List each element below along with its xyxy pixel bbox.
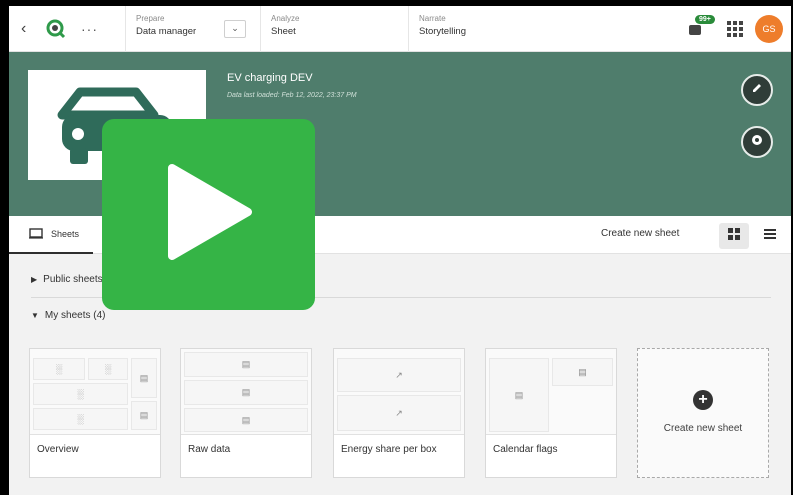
my-sheets-label: My sheets (4) xyxy=(44,310,106,321)
nav-prepare-label: Prepare xyxy=(136,13,165,23)
sheet-title: Energy share per box xyxy=(341,444,437,455)
sheet-card-overview[interactable]: ░ ░ ▤ ░ ░ ▤ Overview xyxy=(29,348,161,478)
tab-sheets[interactable]: Sheets xyxy=(9,216,94,254)
sheet-preview: ▤ ▤ ▤ xyxy=(181,349,311,435)
table-icon: ▤ xyxy=(131,401,157,430)
chat-bubble-icon xyxy=(689,24,701,35)
create-new-sheet-label: Create new sheet xyxy=(663,423,743,434)
sheet-title: Overview xyxy=(37,444,79,455)
play-video-button[interactable] xyxy=(102,119,315,310)
table-icon: ▤ xyxy=(131,358,157,398)
public-sheets-section[interactable]: ▶ Public sheets xyxy=(31,274,103,285)
public-sheets-label: Public sheets xyxy=(43,274,103,285)
avatar[interactable]: GS xyxy=(755,14,783,43)
nav-analyze-label: Analyze xyxy=(271,13,300,23)
nav-right-icons: 99+ GS xyxy=(689,14,783,43)
nav-analyze-value: Sheet xyxy=(271,25,296,37)
list-view-icon xyxy=(763,227,777,245)
create-new-sheet-link[interactable]: Create new sheet xyxy=(601,228,679,239)
table-icon: ▤ xyxy=(184,408,308,432)
app-details-button[interactable] xyxy=(741,126,773,158)
bar-chart-icon: ░ xyxy=(33,358,85,380)
prepare-dropdown-chevron-down-icon[interactable]: ⌄ xyxy=(224,19,246,38)
sheet-preview: ░ ░ ▤ ░ ░ ▤ xyxy=(30,349,160,435)
table-icon: ▤ xyxy=(552,358,613,386)
sheet-title: Raw data xyxy=(188,444,231,455)
app-title: EV charging DEV xyxy=(227,72,313,84)
bar-chart-icon: ░ xyxy=(33,408,128,430)
notifications-icon[interactable]: 99+ xyxy=(689,14,715,39)
bar-chart-icon: ░ xyxy=(33,383,128,405)
nav-prepare-value: Data manager xyxy=(136,25,197,37)
more-menu-icon[interactable]: ··· xyxy=(81,21,107,37)
sheet-icon xyxy=(29,227,43,241)
sheet-card-raw-data[interactable]: ▤ ▤ ▤ Raw data xyxy=(180,348,312,478)
create-new-sheet-card[interactable]: + Create new sheet xyxy=(637,348,769,478)
grid-view-icon xyxy=(727,227,741,246)
line-chart-icon: ↗ xyxy=(337,395,461,431)
plus-circle-icon: + xyxy=(693,390,713,410)
sheet-preview: ↗ ↗ xyxy=(334,349,464,435)
qlik-logo-icon[interactable] xyxy=(43,16,69,42)
table-icon: ▤ xyxy=(489,358,549,432)
sheet-title: Calendar flags xyxy=(493,444,558,455)
caret-down-icon: ▼ xyxy=(31,311,39,320)
bar-chart-icon: ░ xyxy=(88,358,128,380)
app-window: ‹ ··· Prepare Data manager ⌄ Analyze She… xyxy=(9,6,791,495)
table-icon: ▤ xyxy=(184,352,308,377)
app-last-loaded: Data last loaded: Feb 12, 2022, 23:37 PM xyxy=(227,92,357,99)
nav-prepare[interactable]: Prepare Data manager xyxy=(125,6,220,52)
info-circle-icon xyxy=(750,133,764,152)
play-icon xyxy=(164,162,254,267)
line-chart-icon: ↗ xyxy=(337,358,461,392)
sheet-card-energy-share[interactable]: ↗ ↗ Energy share per box xyxy=(333,348,465,478)
notification-badge: 99+ xyxy=(695,14,715,24)
sheet-card-calendar-flags[interactable]: ▤ ▤ Calendar flags xyxy=(485,348,617,478)
my-sheets-section[interactable]: ▼ My sheets (4) xyxy=(31,310,106,321)
nav-analyze[interactable]: Analyze Sheet xyxy=(260,6,408,52)
list-view-button[interactable] xyxy=(755,223,785,249)
chevron-left-icon[interactable]: ‹ xyxy=(21,20,43,38)
edit-button[interactable] xyxy=(741,74,773,106)
table-icon: ▤ xyxy=(184,380,308,405)
pencil-icon xyxy=(750,81,764,100)
grid-view-button[interactable] xyxy=(719,223,749,249)
tab-sheets-label: Sheets xyxy=(51,229,80,239)
sheet-preview: ▤ ▤ xyxy=(486,349,616,435)
caret-right-icon: ▶ xyxy=(31,275,38,284)
app-launcher-grid-icon[interactable] xyxy=(727,20,743,37)
nav-narrate-value: Storytelling xyxy=(419,25,466,37)
nav-narrate-label: Narrate xyxy=(419,13,446,23)
top-navigation-bar: ‹ ··· Prepare Data manager ⌄ Analyze She… xyxy=(9,6,791,52)
nav-narrate[interactable]: Narrate Storytelling xyxy=(408,6,588,52)
